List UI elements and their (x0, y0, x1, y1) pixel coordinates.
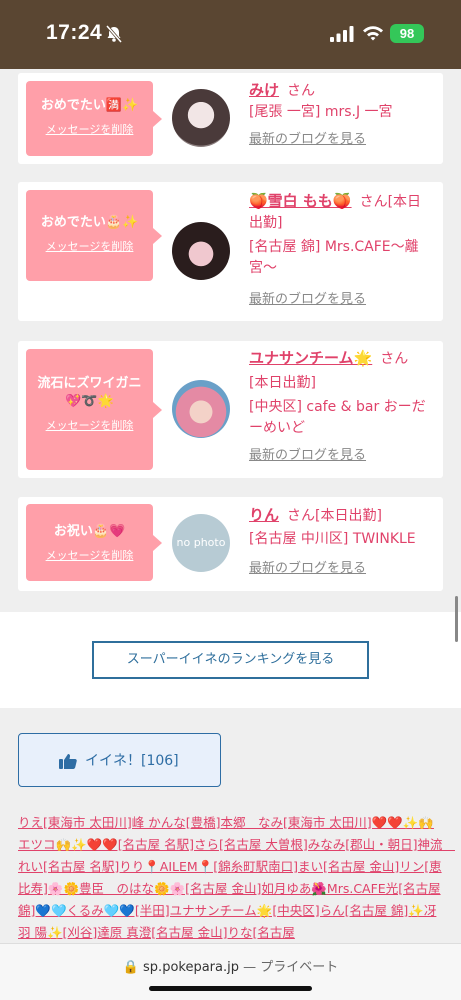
delete-message-link[interactable]: メッセージを削除 (46, 238, 134, 254)
honorific: さん (380, 351, 409, 367)
scrollbar[interactable] (455, 596, 458, 642)
no-photo-text: no photo (176, 536, 226, 549)
delete-message-link[interactable]: メッセージを削除 (46, 121, 134, 137)
thumbs-up-icon (59, 754, 77, 769)
honorific: さん (287, 83, 316, 99)
latest-blog-link[interactable]: 最新のブログを見る (249, 445, 435, 466)
cast-name-link[interactable]: ユナサンチーム🌟 (249, 349, 372, 367)
message-card: お祝い🎂💗 メッセージを削除 no photo りん さん[本日出勤] [名古屋 … (18, 497, 443, 591)
super-like-ranking-button[interactable]: スーパーイイネのランキングを見る (92, 641, 369, 679)
like-count-label: イイネ！[106] (85, 753, 179, 769)
browser-url-bar[interactable]: 🔒 sp.pokepara.jp — プライベート (0, 943, 461, 1000)
avatar[interactable] (172, 222, 230, 280)
cast-name-link[interactable]: 🍑雪白 もも🍑 (249, 192, 352, 210)
card-info: 🍑雪白 もも🍑 さん[本日出勤] [名古屋 錦] Mrs.CAFE〜離宮〜 最新の… (249, 191, 435, 310)
likers-list[interactable]: りえ[東海市 太田川]峰 かんな[豊橋]本郷 なみ[東海市 太田川]❤️❤️✨🙌… (18, 812, 455, 944)
wifi-icon (363, 26, 383, 41)
status-bar: 17:24 98 (0, 0, 461, 69)
home-indicator[interactable] (149, 986, 312, 991)
lock-icon: 🔒 (122, 960, 139, 975)
avatar-no-photo[interactable]: no photo (172, 514, 230, 572)
battery-indicator: 98 (390, 24, 424, 43)
message-bubble: 流石にズワイガニ💖➰🌟 メッセージを削除 (26, 349, 162, 470)
url-domain: sp.pokepara.jp (143, 960, 239, 975)
avatar[interactable] (172, 380, 230, 438)
latest-blog-link[interactable]: 最新のブログを見る (249, 558, 435, 579)
shop-info: [中央区] cafe & bar おーだーめいど (249, 399, 426, 436)
avatar[interactable] (172, 89, 230, 147)
status-text: [本日出勤] (249, 375, 316, 391)
status-time: 17:24 (46, 21, 103, 44)
url-separator: — (243, 960, 257, 975)
honorific: さん[本日出勤] (287, 508, 382, 524)
card-info: みけ さん [尾張 一宮] mrs.J 一宮 最新のブログを見る (249, 80, 435, 150)
card-info: ユナサンチーム🌟 さん [本日出勤] [中央区] cafe & bar おーだーめ… (249, 348, 435, 466)
message-bubble: おめでたい🎂✨ メッセージを削除 (26, 190, 162, 281)
url-display[interactable]: 🔒 sp.pokepara.jp — プライベート (0, 956, 461, 975)
shop-info: [尾張 一宮] mrs.J 一宮 (249, 104, 393, 120)
message-card: おめでたい🈵✨ メッセージを削除 みけ さん [尾張 一宮] mrs.J 一宮 最… (18, 73, 443, 164)
cast-name-link[interactable]: りん (249, 506, 279, 524)
private-mode-label: プライベート (260, 960, 339, 975)
cast-name-link[interactable]: みけ (249, 81, 279, 99)
message-bubble: おめでたい🈵✨ メッセージを削除 (26, 81, 162, 156)
signal-icon (330, 26, 354, 42)
message-text: お祝い🎂💗 (53, 524, 126, 539)
card-info: りん さん[本日出勤] [名古屋 中川区] TWINKLE 最新のブログを見る (249, 505, 435, 579)
delete-message-link[interactable]: メッセージを削除 (46, 417, 134, 433)
message-bubble: お祝い🎂💗 メッセージを削除 (26, 504, 162, 581)
like-button[interactable]: イイネ！[106] (18, 733, 221, 787)
delete-message-link[interactable]: メッセージを削除 (46, 547, 134, 563)
latest-blog-link[interactable]: 最新のブログを見る (249, 129, 435, 150)
message-text: おめでたい🈵✨ (40, 98, 139, 113)
message-card: おめでたい🎂✨ メッセージを削除 🍑雪白 もも🍑 さん[本日出勤] [名古屋 錦]… (18, 182, 443, 321)
message-text: 流石にズワイガニ💖➰🌟 (37, 376, 142, 409)
latest-blog-link[interactable]: 最新のブログを見る (249, 289, 435, 310)
message-text: おめでたい🎂✨ (40, 215, 139, 230)
shop-info: [名古屋 中川区] TWINKLE (249, 531, 416, 547)
message-card: 流石にズワイガニ💖➰🌟 メッセージを削除 ユナサンチーム🌟 さん [本日出勤] [… (18, 341, 443, 478)
shop-info: [名古屋 錦] Mrs.CAFE〜離宮〜 (249, 239, 419, 276)
ranking-section: スーパーイイネのランキングを見る (0, 612, 461, 708)
bell-muted-icon (105, 25, 123, 43)
